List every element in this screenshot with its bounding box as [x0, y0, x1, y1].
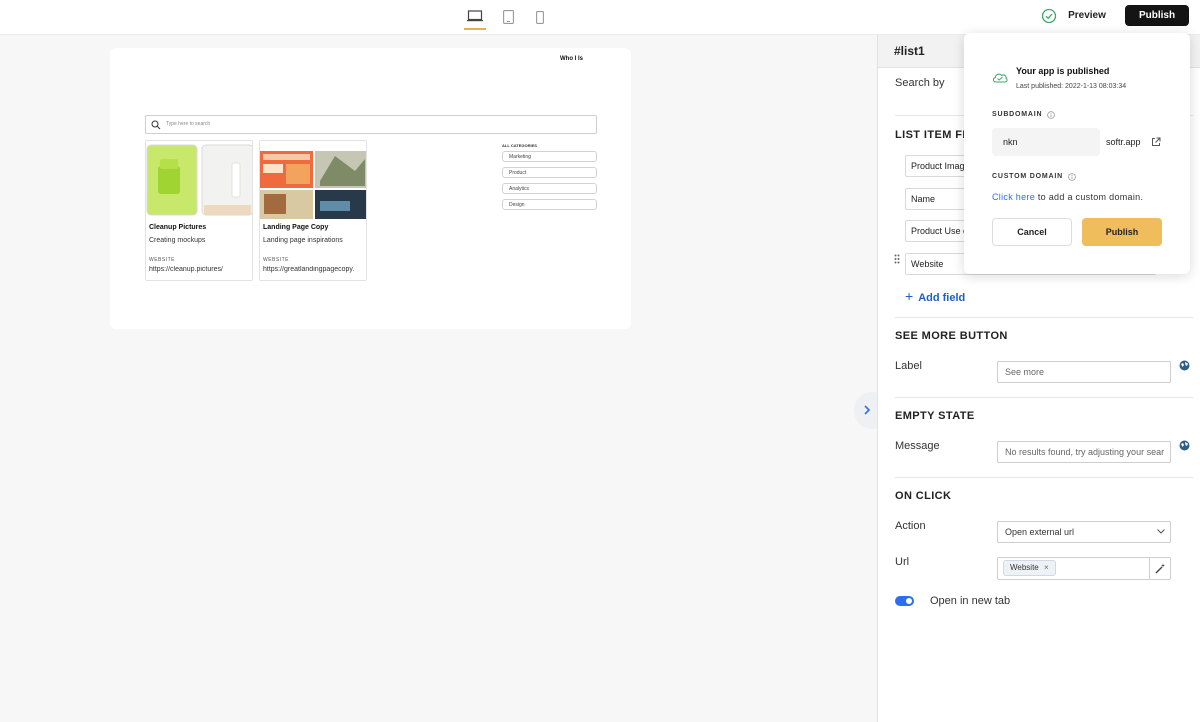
on-click-heading: ON CLICK	[895, 490, 952, 502]
categories-header: ALL CATEGORIES	[502, 143, 537, 148]
check-circle-icon	[1041, 8, 1057, 24]
drag-handle-icon[interactable]	[894, 254, 900, 264]
plus-icon: +	[905, 288, 914, 304]
list-item-card[interactable]: Landing Page Copy Landing page inspirati…	[259, 140, 367, 281]
list-item-card[interactable]: Cleanup Pictures Creating mockups WEBSIT…	[145, 140, 253, 281]
divider	[895, 317, 1193, 318]
translate-globe-icon[interactable]	[1179, 360, 1190, 371]
category-pill-product[interactable]: Product	[502, 167, 597, 178]
custom-domain-text: Click here to add a custom domain.	[992, 192, 1143, 202]
url-input[interactable]: Website ×	[997, 557, 1171, 580]
custom-domain-desc: to add a custom domain.	[1035, 192, 1144, 202]
empty-state-message-text: Message	[895, 440, 940, 452]
url-chip-label: Website	[1010, 563, 1039, 572]
publish-button[interactable]: Publish	[1125, 5, 1189, 26]
custom-domain-link[interactable]: Click here	[992, 192, 1035, 202]
desktop-icon	[467, 10, 483, 22]
card-image	[146, 141, 252, 219]
tablet-icon	[502, 10, 514, 24]
tablet-view-button[interactable]	[500, 4, 516, 30]
cancel-button[interactable]: Cancel	[992, 218, 1072, 246]
card-subtitle: Creating mockups	[149, 237, 206, 244]
page-preview: Who I Is Type here to search Cleanup Pic…	[110, 48, 631, 329]
url-label: Url	[895, 556, 910, 568]
card-field-label: WEBSITE	[263, 257, 290, 263]
open-new-tab-toggle[interactable]	[895, 596, 914, 606]
category-pill-design[interactable]: Design	[502, 199, 597, 210]
mobile-view-button[interactable]	[533, 4, 547, 30]
see-more-label-input[interactable]: See more	[997, 361, 1171, 383]
info-icon[interactable]	[1047, 111, 1055, 119]
subdomain-label: SUBDOMAIN	[992, 111, 1043, 118]
search-placeholder: Type here to search	[166, 121, 211, 127]
info-icon[interactable]	[1068, 173, 1076, 181]
card-subtitle: Landing page inspirations	[263, 237, 343, 244]
magic-wand-icon	[1155, 563, 1165, 574]
see-more-heading: SEE MORE BUTTON	[895, 330, 1008, 342]
search-icon	[151, 120, 161, 130]
category-filter: ALL CATEGORIES Marketing Product Analyti…	[502, 143, 597, 215]
editor-canvas: Who I Is Type here to search Cleanup Pic…	[0, 35, 877, 722]
card-field-label: WEBSITE	[149, 257, 176, 263]
cloud-published-icon	[993, 73, 1008, 83]
subdomain-input[interactable]: nkn	[992, 128, 1100, 156]
card-image	[260, 141, 366, 219]
domain-suffix: softr.app	[1106, 137, 1141, 147]
external-link-icon[interactable]	[1151, 137, 1161, 147]
search-by-label: Search by	[895, 77, 945, 89]
list-search-input[interactable]: Type here to search	[145, 115, 597, 134]
custom-domain-label: CUSTOM DOMAIN	[992, 173, 1063, 180]
preview-button[interactable]: Preview	[1062, 8, 1112, 24]
page-header-text: Who I Is	[560, 56, 583, 62]
see-more-label-text: Label	[895, 360, 922, 372]
divider	[895, 477, 1193, 478]
category-pill-marketing[interactable]: Marketing	[502, 151, 597, 162]
card-url: https://cleanup.pictures/	[149, 266, 223, 273]
last-published-text: Last published: 2022-1-13 08:03:34	[1016, 83, 1127, 90]
divider	[895, 397, 1193, 398]
card-title: Cleanup Pictures	[149, 224, 207, 231]
category-pill-analytics[interactable]: Analytics	[502, 183, 597, 194]
action-select[interactable]: Open external url	[997, 521, 1171, 543]
remove-chip-icon[interactable]: ×	[1044, 563, 1049, 572]
add-field-button[interactable]: + Add field	[905, 288, 965, 304]
magic-wand-button[interactable]	[1149, 558, 1170, 579]
action-select-value: Open external url	[1005, 527, 1075, 537]
add-field-label: Add field	[918, 292, 966, 304]
confirm-publish-button[interactable]: Publish	[1082, 218, 1162, 246]
card-title: Landing Page Copy	[263, 224, 329, 231]
publish-popup: Your app is published Last published: 20…	[964, 33, 1190, 274]
mobile-icon	[536, 10, 544, 24]
desktop-view-button[interactable]	[464, 4, 486, 30]
card-url: https://greatlandingpagecopy.	[263, 266, 355, 273]
url-chip[interactable]: Website ×	[1003, 560, 1056, 576]
empty-state-message-input[interactable]: No results found, try adjusting your sea…	[997, 441, 1171, 463]
translate-globe-icon[interactable]	[1179, 440, 1190, 451]
published-title: Your app is published	[1016, 66, 1110, 76]
top-bar: Preview Publish	[0, 0, 1200, 35]
empty-state-heading: EMPTY STATE	[895, 410, 975, 422]
action-label: Action	[895, 520, 926, 532]
chevron-down-icon	[1157, 529, 1165, 534]
open-new-tab-label: Open in new tab	[930, 595, 1011, 607]
chevron-right-icon	[864, 405, 871, 415]
